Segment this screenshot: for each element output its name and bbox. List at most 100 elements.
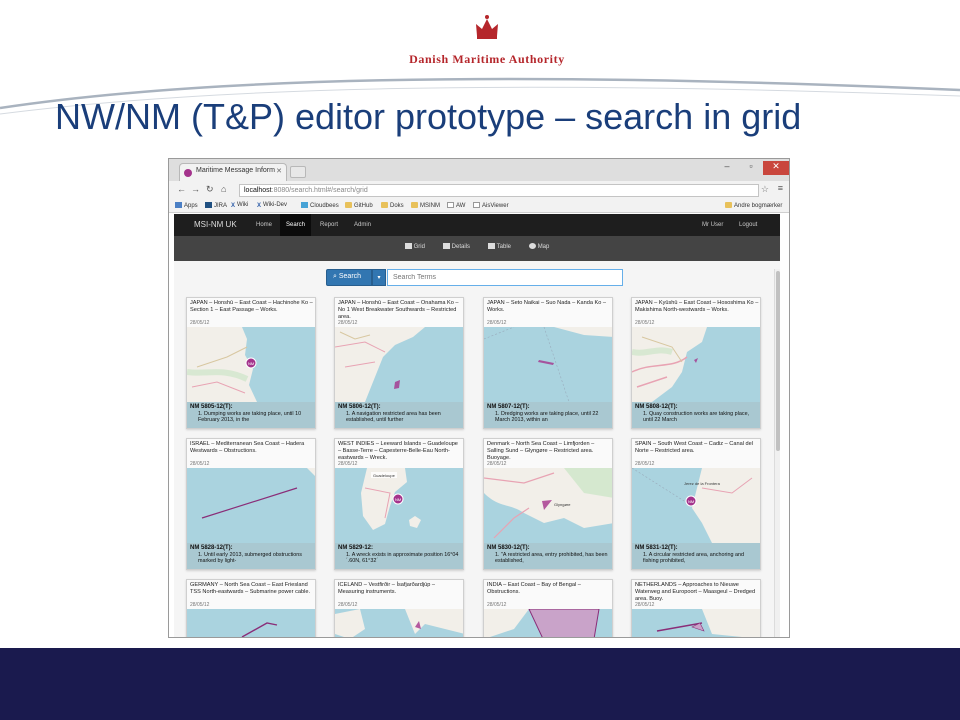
dma-logo: Danish Maritime Authority xyxy=(392,12,582,68)
message-id: NM 5808-12(T): xyxy=(635,404,678,410)
card-title: ISRAEL – Mediterranean Sea Coast – Hader… xyxy=(190,441,305,454)
card-map[interactable] xyxy=(335,327,463,402)
bookmark-aisviewer[interactable]: AisViewer xyxy=(473,202,509,209)
browser-window: Maritime Message Inform ✕ – ▫ ✕ ← → ↻ ⌂ … xyxy=(168,158,790,638)
home-icon[interactable]: ⌂ xyxy=(221,184,226,194)
apps-icon xyxy=(175,202,182,208)
bookmark-wiki[interactable]: X Wiki xyxy=(231,202,248,209)
minimize-icon[interactable]: – xyxy=(717,161,737,175)
card-date: 28/05/12 xyxy=(635,602,655,608)
card-map[interactable] xyxy=(484,327,612,402)
bookmarks-bar: Apps JIRA X Wiki X Wiki-Dev Cloudbees GitH… xyxy=(169,200,789,213)
card-map[interactable] xyxy=(187,468,315,543)
url-path: :8080/search.html#/search/grid xyxy=(271,187,368,194)
card-title: INDIA – East Coast – Bay of Bengal – Obs… xyxy=(487,582,581,595)
logo-text: Danish Maritime Authority xyxy=(409,52,565,66)
page-icon xyxy=(447,202,454,208)
bookmark-github[interactable]: GitHub xyxy=(345,202,373,209)
footer-band xyxy=(0,648,960,720)
card-map[interactable]: NM xyxy=(187,327,315,402)
forward-icon[interactable]: → xyxy=(191,184,200,194)
card-title: WEST INDIES – Leeward Islands – Guadelou… xyxy=(338,441,458,461)
bookmark-doks[interactable]: Doks xyxy=(381,202,404,209)
back-icon[interactable]: ← xyxy=(177,184,186,194)
message-card[interactable]: Denmark – North Sea Coast – Limfjorden –… xyxy=(483,438,613,570)
message-desc: 1. "A restricted area, entry prohibited,… xyxy=(495,552,608,565)
close-window-icon[interactable]: ✕ xyxy=(763,161,789,175)
url-host: localhost xyxy=(244,187,272,194)
other-bookmarks[interactable]: Andre bogmærker xyxy=(725,202,782,209)
card-date: 28/05/12 xyxy=(190,320,210,326)
card-info: NM 5829-12: 1. A wreck exists in approxi… xyxy=(335,543,463,569)
message-desc: 1. Quay construction works are taking pl… xyxy=(643,411,750,424)
tab-title: Maritime Message Inform xyxy=(196,167,275,174)
page-scrollbar[interactable] xyxy=(774,269,780,637)
message-card[interactable]: JAPAN – Honshū – East Coast – Hachinohe … xyxy=(186,297,316,429)
browser-menu-icon[interactable]: ≡ xyxy=(778,183,783,193)
message-desc: 1. Dumping works are taking place, until… xyxy=(198,411,302,424)
message-card[interactable]: JAPAN – Kyūshū – East Coast – Hososhima … xyxy=(631,297,761,429)
wiki-dev-icon: X xyxy=(257,203,262,209)
map-thumbnail xyxy=(632,609,760,637)
card-info: NM 5808-12(T): 1. Quay construction work… xyxy=(632,402,760,428)
card-map[interactable] xyxy=(335,609,463,637)
card-map[interactable]: Glyngøre xyxy=(484,468,612,543)
card-title: GERMANY – North Sea Coast – East Friesla… xyxy=(190,582,311,595)
bookmark-star-icon[interactable]: ☆ xyxy=(761,184,769,195)
message-card[interactable]: JAPAN – Honshū – East Coast – Onahama Ko… xyxy=(334,297,464,429)
message-card[interactable]: NETHERLANDS – Approaches to Nieuwe Water… xyxy=(631,579,761,637)
card-title: ICELAND – Vestfirðir – Ísafjarðardjúp – … xyxy=(338,582,436,595)
card-map[interactable] xyxy=(484,609,612,637)
message-card[interactable]: INDIA – East Coast – Bay of Bengal – Obs… xyxy=(483,579,613,637)
new-tab-button[interactable] xyxy=(290,166,306,178)
map-thumbnail xyxy=(632,327,760,402)
card-info: NM 5830-12(T): 1. "A restricted area, en… xyxy=(484,543,612,569)
card-map[interactable] xyxy=(632,609,760,637)
slide-title: NW/NM (T&P) editor prototype – search in… xyxy=(55,96,802,137)
address-bar[interactable]: localhost:8080/search.html#/search/grid xyxy=(239,184,759,197)
message-card[interactable]: JAPAN – Seto Naikai – Suo Nada – Kanda K… xyxy=(483,297,613,429)
card-map[interactable] xyxy=(187,609,315,637)
map-thumbnail xyxy=(335,609,463,637)
card-info: NM 5807-12(T): 1. Dredging works are tak… xyxy=(484,402,612,428)
bookmark-msinm[interactable]: MSINM xyxy=(411,202,440,209)
card-map[interactable] xyxy=(632,327,760,402)
message-card[interactable]: ICELAND – Vestfirðir – Ísafjarðardjúp – … xyxy=(334,579,464,637)
message-grid: JAPAN – Honshū – East Coast – Hachinohe … xyxy=(174,214,780,637)
message-card[interactable]: WEST INDIES – Leeward Islands – Guadelou… xyxy=(334,438,464,570)
omnibar: ← → ↻ ⌂ localhost:8080/search.html#/sear… xyxy=(169,181,789,200)
close-tab-icon[interactable]: ✕ xyxy=(276,167,282,175)
bookmark-aw[interactable]: AW xyxy=(447,202,465,209)
tab-strip: Maritime Message Inform ✕ – ▫ ✕ xyxy=(169,159,789,181)
message-desc: 1. A circular restricted area, anchoring… xyxy=(643,552,744,565)
page-icon xyxy=(473,202,480,208)
bookmark-cloudbees[interactable]: Cloudbees xyxy=(301,202,339,209)
card-map[interactable]: Guadeloupe NM xyxy=(335,468,463,543)
reload-icon[interactable]: ↻ xyxy=(206,184,214,195)
bookmark-apps[interactable]: Apps xyxy=(175,202,198,209)
card-title: JAPAN – Honshū – East Coast – Onahama Ko… xyxy=(338,300,459,320)
bookmark-jira[interactable]: JIRA xyxy=(205,202,227,209)
maximize-icon[interactable]: ▫ xyxy=(741,161,761,175)
message-id: NM 5807-12(T): xyxy=(487,404,530,410)
bookmark-wiki-dev[interactable]: X Wiki-Dev xyxy=(257,202,287,209)
message-desc: 1. Dredging works are taking place, unti… xyxy=(495,411,599,424)
card-title: NETHERLANDS – Approaches to Nieuwe Water… xyxy=(635,582,756,602)
message-id: NM 5830-12(T): xyxy=(487,545,530,551)
map-place-label: Guadeloupe xyxy=(373,473,396,478)
message-card[interactable]: GERMANY – North Sea Coast – East Friesla… xyxy=(186,579,316,637)
map-thumbnail xyxy=(484,609,612,637)
folder-icon xyxy=(345,202,352,208)
svg-text:NM: NM xyxy=(395,497,401,502)
scrollbar-thumb[interactable] xyxy=(776,271,780,451)
message-card[interactable]: ISRAEL – Mediterranean Sea Coast – Hader… xyxy=(186,438,316,570)
card-info: NM 5805-12(T): 1. Dumping works are taki… xyxy=(187,402,315,428)
message-card[interactable]: SPAIN – South West Coast – Cadiz – Canal… xyxy=(631,438,761,570)
card-info: NM 5831-12(T): 1. A circular restricted … xyxy=(632,543,760,569)
browser-tab[interactable]: Maritime Message Inform ✕ xyxy=(179,163,287,181)
jira-icon xyxy=(205,202,212,208)
card-info: NM 5828-12(T): 1. Until early 2013, subm… xyxy=(187,543,315,569)
message-id: NM 5831-12(T): xyxy=(635,545,678,551)
message-desc: 1. A navigation restricted area has been… xyxy=(346,411,441,424)
card-map[interactable]: Jerez de la Frontera NM xyxy=(632,468,760,543)
